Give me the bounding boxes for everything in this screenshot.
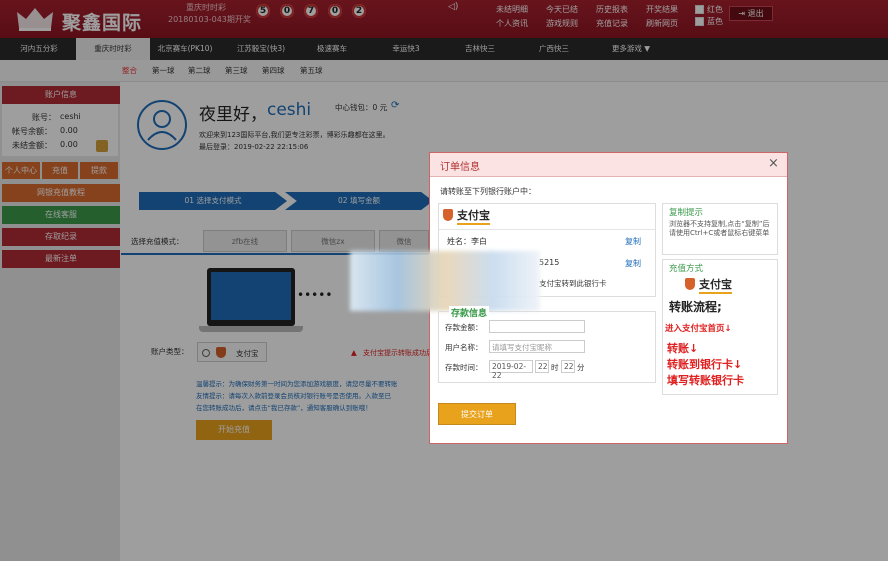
- hour-select[interactable]: 22: [535, 360, 549, 373]
- copy-name-button[interactable]: 复制: [625, 236, 641, 247]
- amount-input[interactable]: [489, 320, 585, 333]
- flow-step-1: 进入支付宝首页↓: [665, 324, 732, 334]
- copy-tip-text: 浏览器不支持复制,点击“复制”后请使用Ctrl+C或者鼠标右键菜单: [669, 220, 770, 237]
- minute-select[interactable]: 22: [561, 360, 575, 373]
- date-input[interactable]: 2019-02-22: [489, 360, 533, 380]
- copy-account-button[interactable]: 复制: [625, 258, 641, 269]
- transfer-note: 支付宝转到此银行卡: [539, 279, 607, 288]
- modal-intro: 请转账至下列银行账户中：: [440, 187, 536, 196]
- shield-icon: [685, 278, 695, 290]
- time-label: 存款时间：: [445, 363, 483, 372]
- blurred-overlay-image: [350, 251, 540, 311]
- hour-unit: 时: [551, 363, 559, 372]
- name-label: 姓名：李白: [447, 237, 487, 246]
- amount-label: 存款金额：: [445, 323, 483, 332]
- flow-step-2: 转账↓: [667, 342, 699, 355]
- flow-step-4: 填写转账银行卡: [667, 374, 744, 387]
- copy-tip-box: 复制提示 浏览器不支持复制,点击“复制”后请使用Ctrl+C或者鼠标右键菜单: [662, 203, 778, 255]
- method-box: 充值方式 支付宝 转账流程; 进入支付宝首页↓ 转账↓ 转账到银行卡↓ 填写转账…: [662, 259, 778, 395]
- modal-header: 订单信息 ×: [430, 153, 787, 177]
- shield-icon: [443, 209, 453, 221]
- divider: [439, 229, 655, 230]
- copy-tip-title: 复制提示: [669, 208, 704, 218]
- modal-title: 订单信息: [440, 162, 480, 173]
- alipay-brand: 支付宝: [699, 276, 732, 294]
- method-title: 充值方式: [669, 264, 704, 274]
- close-icon[interactable]: ×: [768, 156, 779, 171]
- alipay-brand: 支付宝: [457, 207, 490, 225]
- flow-step-3: 转账到银行卡↓: [667, 358, 743, 371]
- deposit-info-box: 存款信息 存款金额： 用户名称： 请填写支付宝昵称 存款时间： 2019-02-…: [438, 306, 656, 383]
- username-label: 用户名称：: [445, 343, 483, 352]
- order-modal: 订单信息 × 请转账至下列银行账户中： 支付宝 姓名：李白 复制 5215 复制…: [350, 152, 788, 444]
- username-input[interactable]: 请填写支付宝昵称: [489, 340, 585, 353]
- flow-title: 转账流程;: [669, 300, 722, 314]
- submit-order-button[interactable]: 提交订单: [438, 403, 516, 425]
- deposit-title: 存款信息: [449, 306, 490, 319]
- minute-unit: 分: [577, 363, 585, 372]
- account-suffix: 5215: [539, 258, 560, 267]
